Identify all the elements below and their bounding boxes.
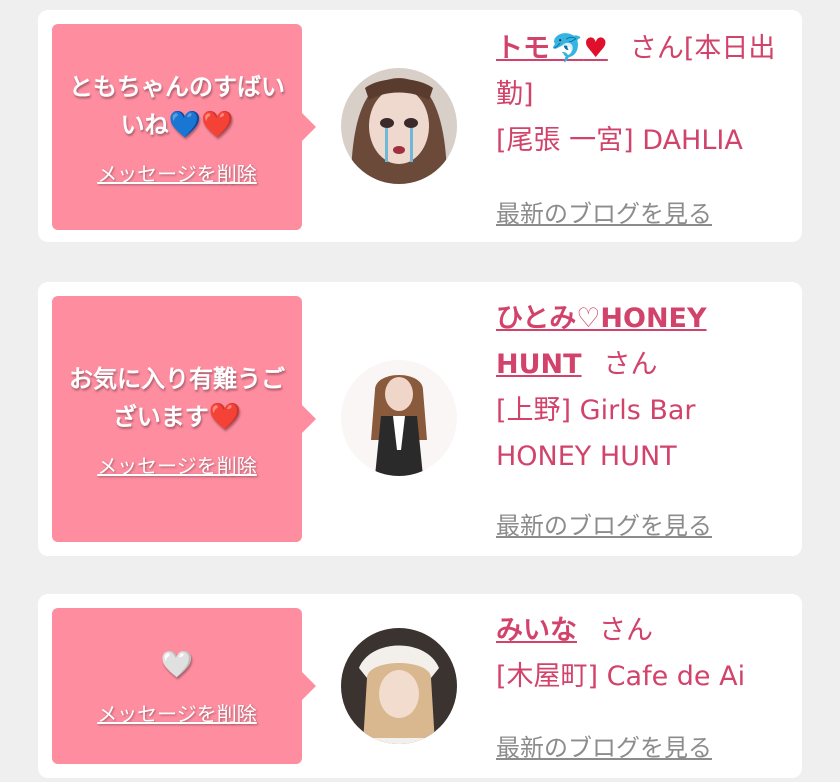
shop-line: [尾張 一宮] DAHLIA <box>496 118 792 164</box>
cast-name-link[interactable]: みいな <box>496 615 577 646</box>
message-body: お気に入り有難うございます <box>69 364 285 431</box>
cast-info: トモ🐬♥ さん[本日出勤] [尾張 一宮] DAHLIA <box>496 26 792 164</box>
message-text: ともちゃんのすばいいね💙❤️ <box>52 68 302 144</box>
latest-blog-link[interactable]: 最新のブログを見る <box>496 194 712 229</box>
shop-line: [上野] Girls Bar HONEY HUNT <box>496 388 792 480</box>
message-text: お気に入り有難うございます❤️ <box>52 360 302 436</box>
heart-emojis: ❤️ <box>208 401 242 432</box>
name-line: みいな さん <box>496 608 792 654</box>
latest-blog-link[interactable]: 最新のブログを見る <box>496 728 712 763</box>
cast-info: ひとみ♡HONEY HUNT さん [上野] Girls Bar HONEY HU… <box>496 296 792 480</box>
honorific: さん <box>599 615 653 646</box>
message-bubble: お気に入り有難うございます❤️ メッセージを削除 <box>52 296 316 542</box>
delete-message-link[interactable]: メッセージを削除 <box>97 698 257 727</box>
cast-name-link[interactable]: ひとみ♡HONEY HUNT <box>496 303 707 380</box>
message-bubble: ともちゃんのすばいいね💙❤️ メッセージを削除 <box>52 24 316 230</box>
latest-blog-link[interactable]: 最新のブログを見る <box>496 506 712 541</box>
area-label: [尾張 一宮] <box>496 125 634 156</box>
avatar[interactable] <box>341 360 457 476</box>
area-label: [木屋町] <box>496 661 599 692</box>
message-card-2: お気に入り有難うございます❤️ メッセージを削除 ひとみ♡HONEY HUNT さ… <box>38 282 802 556</box>
avatar[interactable] <box>341 68 457 184</box>
dolphin-icon: 🐬 <box>550 33 584 64</box>
message-bubble: 🤍 メッセージを削除 <box>52 608 316 764</box>
shop-name: Cafe de Ai <box>606 661 746 692</box>
shop-name: DAHLIA <box>642 125 743 156</box>
cast-info: みいな さん [木屋町] Cafe de Ai <box>496 608 792 700</box>
cast-name-link[interactable]: トモ🐬♥ <box>496 33 608 64</box>
delete-message-link[interactable]: メッセージを削除 <box>97 450 257 479</box>
name-line: ひとみ♡HONEY HUNT さん <box>496 296 792 388</box>
delete-message-link[interactable]: メッセージを削除 <box>97 158 257 187</box>
area-label: [上野] <box>496 395 572 426</box>
avatar[interactable] <box>341 628 457 744</box>
message-card-1: ともちゃんのすばいいね💙❤️ メッセージを削除 トモ🐬♥ さん[本日出勤] [尾張… <box>38 10 802 242</box>
shop-line: [木屋町] Cafe de Ai <box>496 654 792 700</box>
name-line: トモ🐬♥ さん[本日出勤] <box>496 26 792 118</box>
message-card-3: 🤍 メッセージを削除 みいな さん [木屋町] Cafe de Ai 最新のブログ… <box>38 594 802 778</box>
white-heart-emoji: 🤍 <box>160 649 194 680</box>
message-text: 🤍 <box>149 646 205 684</box>
honorific: さん <box>603 349 658 380</box>
heart-icon: ♥ <box>583 33 608 64</box>
heart-emojis: 💙❤️ <box>168 109 234 140</box>
